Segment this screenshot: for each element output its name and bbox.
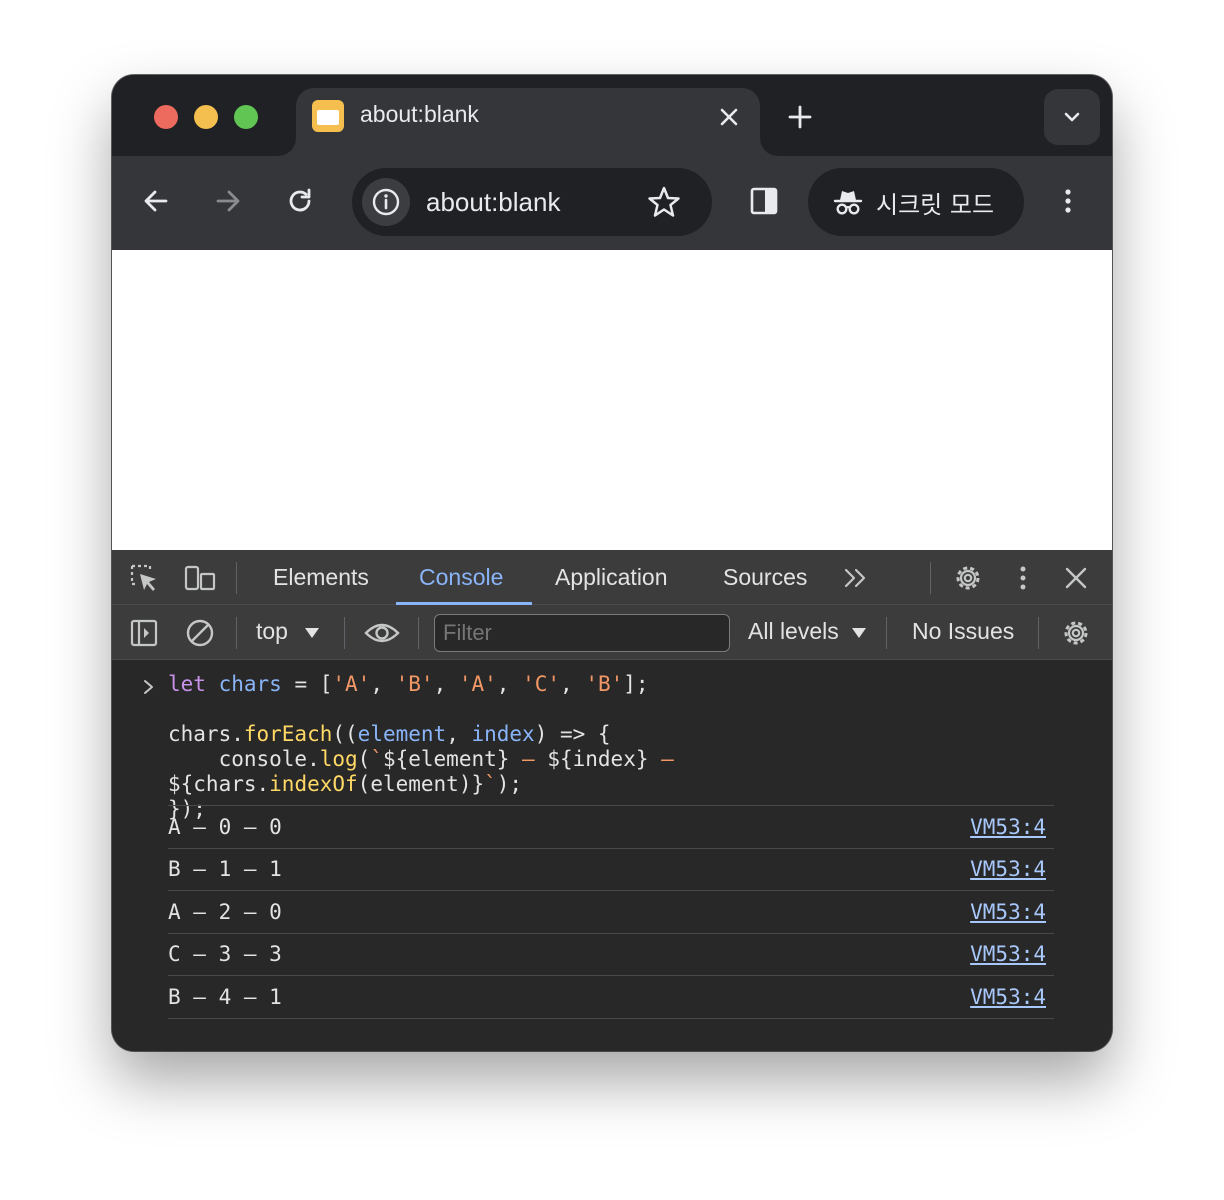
toolbar-divider-4 [886,617,887,649]
live-expression-button[interactable] [362,615,402,651]
reload-icon [289,188,311,212]
browser-menu-button[interactable] [1050,183,1086,219]
console-output[interactable]: let chars = ['A', 'B', 'A', 'C', 'B']; c… [112,660,1112,1051]
forward-button[interactable] [210,183,246,219]
chevron-double-right-icon [844,568,866,588]
tab-bar-divider-2 [930,562,931,594]
log-text: B – 4 – 1 [168,985,282,1009]
devtools-tab-bar: Elements Console Application Sources [112,550,1112,605]
tab-search-button[interactable] [1044,89,1100,145]
side-panel-icon [750,187,778,215]
source-link[interactable]: VM53:4 [970,985,1046,1009]
page-viewport[interactable] [112,250,1112,550]
clear-console-button[interactable] [182,615,218,651]
site-info-icon [372,188,400,216]
log-levels-dropdown[interactable]: All levels [748,618,867,645]
toolbar-divider-3 [418,617,419,649]
address-bar[interactable]: about:blank [352,168,712,236]
issues-button[interactable]: No Issues [912,618,1014,645]
close-icon [1065,567,1087,589]
sidebar-toggle-icon [130,619,158,647]
more-tabs-button[interactable] [840,564,872,592]
log-message: A – 2 – 0 VM53:4 [168,891,1054,934]
inspect-element-icon [130,564,156,591]
tab-elements[interactable]: Elements [273,564,369,591]
url-text: about:blank [426,187,561,217]
context-label: top [256,618,288,644]
inspect-element-button[interactable] [126,560,162,596]
log-message: A – 0 – 0 VM53:4 [168,806,1054,849]
eye-icon [364,623,400,643]
browser-window: about:blank about:blank 시크릿 모드 Elements … [112,75,1112,1051]
console-settings-button[interactable] [1058,615,1094,651]
tab-sources[interactable]: Sources [723,564,807,591]
toolbar-divider-2 [344,617,345,649]
devtools-menu-button[interactable] [1008,560,1038,596]
forward-arrow-icon [216,190,240,212]
prompt-chevron-icon [144,680,153,694]
console-input-code: let chars = ['A', 'B', 'A', 'C', 'B']; c… [168,672,768,822]
log-text: B – 1 – 1 [168,857,282,881]
page-favicon-icon [312,100,344,132]
tab-console[interactable]: Console [419,564,503,591]
log-text: C – 3 – 3 [168,942,282,966]
console-filter-input[interactable] [434,614,730,652]
back-arrow-icon [144,190,168,212]
incognito-label: 시크릿 모드 [876,190,995,219]
dropdown-triangle-icon [852,627,867,638]
more-vert-icon [1020,566,1026,590]
code-line: let chars = ['A', 'B', 'A', 'C', 'B']; [168,672,649,696]
dropdown-triangle-icon [305,627,320,638]
clear-circle-slash-icon [186,619,214,647]
devtools-settings-button[interactable] [950,560,986,596]
chevron-down-icon [1064,112,1080,122]
tab-bar-divider [236,562,237,594]
site-info-button[interactable] [362,178,410,226]
log-message: B – 4 – 1 VM53:4 [168,976,1054,1019]
devtools-panel: Elements Console Application Sources top… [112,550,1112,1051]
toolbar-divider-5 [1038,617,1039,649]
context-selector[interactable]: top [256,618,320,645]
device-toggle-icon [184,565,216,591]
browser-tab[interactable]: about:blank [296,88,760,156]
zoom-window-button[interactable] [234,105,258,129]
console-toolbar: top All levels No Issu [112,605,1112,660]
log-message: C – 3 – 3 VM53:4 [168,933,1054,976]
side-panel-button[interactable] [746,183,782,219]
code-line: console.log(`${element} – ${index} – [168,747,674,771]
source-link[interactable]: VM53:4 [970,900,1046,924]
console-sidebar-button[interactable] [126,615,162,651]
browser-toolbar: about:blank 시크릿 모드 [112,156,1112,250]
minimize-window-button[interactable] [194,105,218,129]
log-message: B – 1 – 1 VM53:4 [168,848,1054,891]
log-text: A – 0 – 0 [168,815,282,839]
source-link[interactable]: VM53:4 [970,942,1046,966]
reload-button[interactable] [282,183,318,219]
close-tab-icon[interactable] [716,104,742,130]
source-link[interactable]: VM53:4 [970,857,1046,881]
back-button[interactable] [138,183,174,219]
tab-strip: about:blank [112,75,1112,156]
gear-icon [1064,621,1088,645]
gear-icon [956,566,980,590]
bookmark-star-icon[interactable] [646,184,682,220]
code-line: ${chars.indexOf(element)}`); [168,772,523,796]
incognito-icon [833,191,863,215]
log-levels-label: All levels [748,618,839,644]
incognito-indicator[interactable]: 시크릿 모드 [808,168,1024,236]
source-link[interactable]: VM53:4 [970,815,1046,839]
new-tab-icon[interactable] [784,101,816,133]
device-toolbar-button[interactable] [182,560,218,596]
log-text: A – 2 – 0 [168,900,282,924]
tab-application[interactable]: Application [555,564,668,591]
toolbar-divider [236,617,237,649]
close-devtools-button[interactable] [1060,560,1092,596]
tab-title: about:blank [360,101,479,127]
close-window-button[interactable] [154,105,178,129]
more-vert-icon [1065,189,1071,213]
code-line: chars.forEach((element, index) => { [168,722,611,746]
